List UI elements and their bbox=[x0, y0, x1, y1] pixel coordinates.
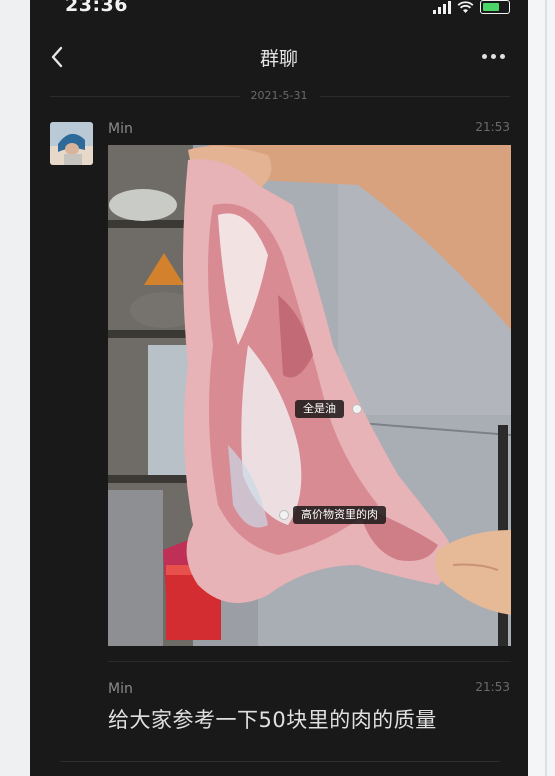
date-label: 2021-5-31 bbox=[250, 89, 308, 102]
status-time: 23:36 bbox=[65, 0, 128, 16]
message-time: 21:53 bbox=[475, 120, 510, 134]
avatar[interactable] bbox=[50, 122, 93, 165]
more-dots-icon bbox=[482, 53, 487, 59]
annotation-dot[interactable] bbox=[352, 404, 362, 414]
chat-title: 群聊 bbox=[259, 48, 298, 70]
annotation-tag[interactable]: 高价物资里的肉 bbox=[293, 506, 386, 524]
status-bar: 23:36 bbox=[30, 0, 528, 18]
message-photo[interactable]: 全是油 高价物资里的肉 bbox=[108, 145, 511, 646]
signal-icon bbox=[433, 0, 451, 14]
chat-screen: 23:36 群聊 2021-5-31 Min 21:53 全是油 高价物资里的肉… bbox=[30, 0, 528, 776]
message-divider bbox=[60, 761, 500, 762]
annotation-tag[interactable]: 全是油 bbox=[295, 400, 344, 418]
status-icons bbox=[433, 0, 510, 14]
sender-name: Min bbox=[108, 121, 133, 137]
page-margin bbox=[528, 0, 555, 776]
message-time: 21:53 bbox=[475, 680, 510, 694]
more-button[interactable] bbox=[482, 46, 508, 66]
battery-icon bbox=[480, 0, 510, 14]
message-text[interactable]: 给大家参考一下50块里的肉的质量 bbox=[108, 704, 437, 734]
date-divider: 2021-5-31 bbox=[30, 89, 528, 103]
nav-bar: 群聊 bbox=[30, 34, 528, 80]
message-divider bbox=[108, 661, 511, 662]
annotation-dot[interactable] bbox=[279, 510, 289, 520]
meat-photo bbox=[108, 145, 511, 646]
sender-name: Min bbox=[108, 681, 133, 697]
wifi-icon bbox=[457, 1, 474, 14]
